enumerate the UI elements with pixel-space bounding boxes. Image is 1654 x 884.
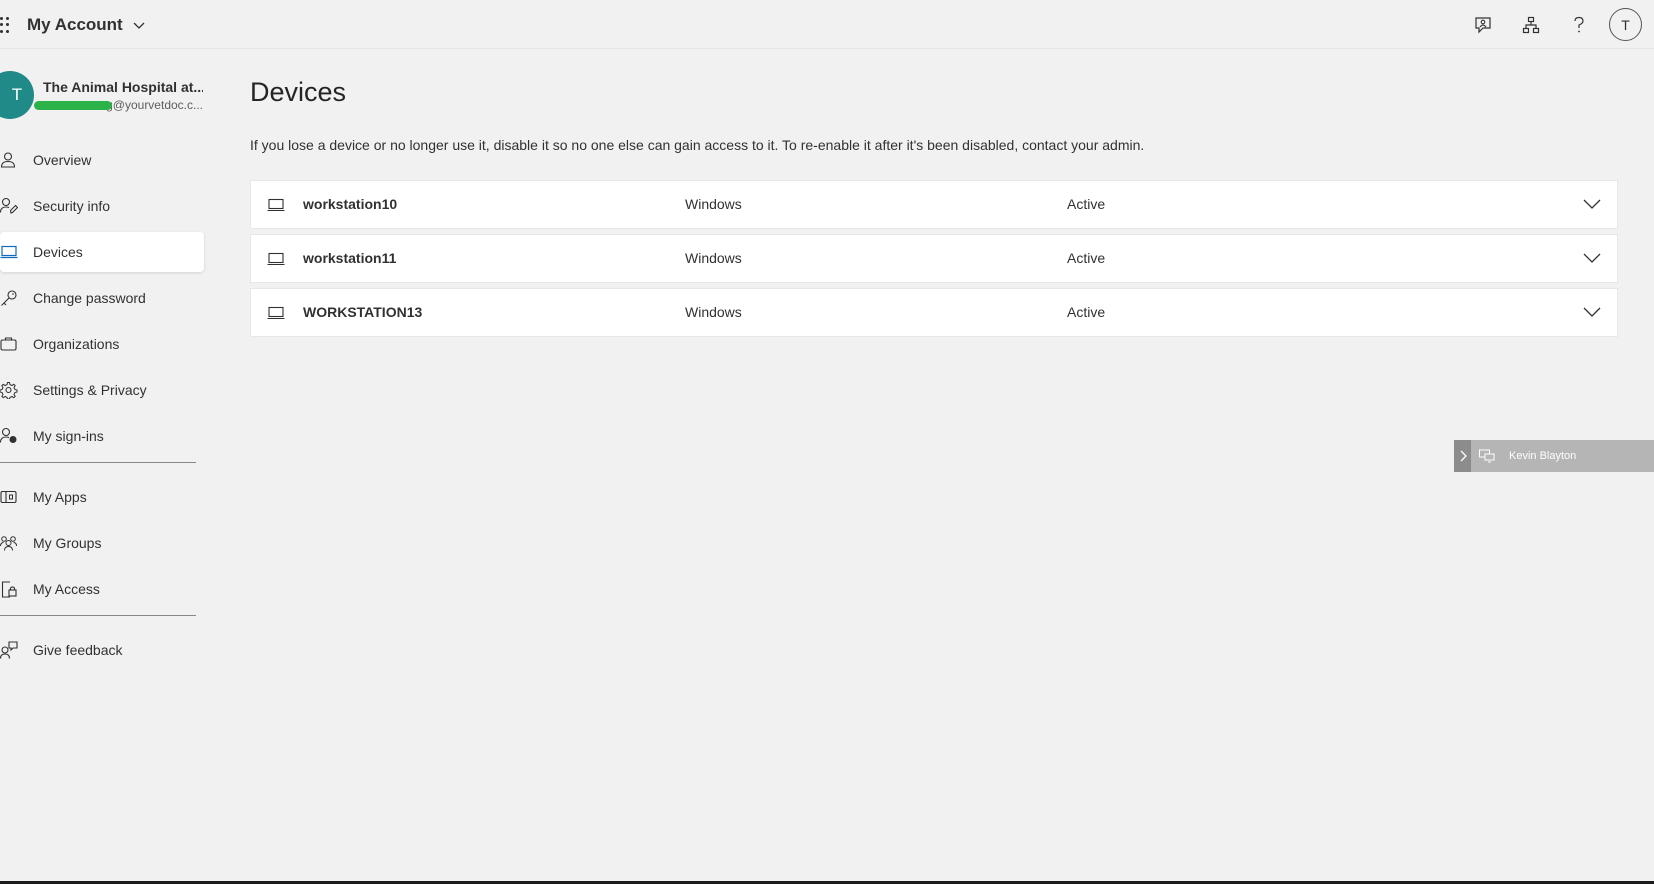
device-os: Windows bbox=[685, 304, 742, 320]
app-title: My Account bbox=[27, 15, 123, 34]
feedback-icon[interactable] bbox=[1459, 1, 1507, 49]
laptop-icon bbox=[267, 198, 285, 212]
user-avatar[interactable]: T bbox=[1609, 8, 1642, 41]
remote-desktop-icon bbox=[1479, 449, 1495, 463]
sidebar-item-my-access[interactable]: My Access bbox=[0, 569, 204, 609]
sidebar-item-label: Settings & Privacy bbox=[33, 382, 147, 398]
top-bar: My Account T bbox=[0, 0, 1654, 49]
device-status: Active bbox=[1067, 250, 1106, 266]
sidebar-item-label: My Apps bbox=[33, 489, 87, 505]
nav-divider bbox=[0, 462, 196, 463]
sidebar-item-change-password[interactable]: Change password bbox=[0, 278, 204, 318]
profile-card: T The Animal Hospital at... g@yourvetdoc… bbox=[0, 71, 205, 123]
sidebar-item-label: Overview bbox=[33, 152, 92, 168]
device-row[interactable]: WORKSTATION13 Windows Active bbox=[250, 288, 1618, 337]
device-os: Windows bbox=[685, 250, 742, 266]
chevron-down-icon[interactable] bbox=[1583, 251, 1601, 265]
device-status: Active bbox=[1067, 196, 1106, 212]
sidebar-item-security-info[interactable]: Security info bbox=[0, 186, 204, 226]
person-icon bbox=[0, 152, 16, 168]
expand-panel-button[interactable] bbox=[1454, 440, 1471, 472]
device-status: Active bbox=[1067, 304, 1106, 320]
device-row[interactable]: workstation10 Windows Active bbox=[250, 180, 1618, 229]
laptop-icon bbox=[0, 245, 18, 259]
sidebar-item-label: Give feedback bbox=[33, 642, 123, 658]
sidebar-item-label: My Access bbox=[33, 581, 100, 597]
sidebar-item-label: My sign-ins bbox=[33, 428, 104, 444]
device-name: workstation11 bbox=[303, 250, 397, 266]
sidebar-item-my-sign-ins[interactable]: My sign-ins bbox=[0, 416, 204, 456]
device-list: workstation10 Windows Active workstation… bbox=[250, 180, 1618, 342]
org-chart-icon[interactable] bbox=[1507, 1, 1555, 49]
app-title-dropdown[interactable]: My Account bbox=[27, 15, 145, 35]
key-icon bbox=[1, 290, 17, 306]
sign-ins-icon bbox=[0, 427, 17, 443]
apps-icon bbox=[0, 490, 17, 504]
security-info-icon bbox=[0, 197, 18, 214]
page-title: Devices bbox=[250, 77, 347, 107]
organization-name: The Animal Hospital at... bbox=[43, 79, 203, 95]
laptop-icon bbox=[267, 252, 285, 266]
sidebar-item-my-groups[interactable]: My Groups bbox=[0, 523, 204, 563]
sidebar-nav: Overview Security info Devices Change pa… bbox=[0, 140, 205, 676]
device-name: workstation10 bbox=[303, 196, 398, 212]
sidebar-item-settings-privacy[interactable]: Settings & Privacy bbox=[0, 370, 204, 410]
sidebar-item-give-feedback[interactable]: Give feedback bbox=[0, 630, 204, 670]
sidebar-item-label: My Groups bbox=[33, 535, 102, 551]
give-feedback-icon bbox=[0, 641, 18, 659]
device-os: Windows bbox=[685, 196, 742, 212]
remote-user-name: Kevin Blayton bbox=[1509, 450, 1577, 462]
sidebar-item-my-apps[interactable]: My Apps bbox=[0, 477, 204, 517]
app-launcher-icon[interactable] bbox=[0, 17, 10, 33]
nav-divider bbox=[0, 615, 196, 616]
briefcase-icon bbox=[0, 337, 17, 351]
laptop-icon bbox=[267, 306, 285, 320]
sidebar-item-overview[interactable]: Overview bbox=[0, 140, 204, 180]
remote-session-panel[interactable]: Kevin Blayton bbox=[1454, 440, 1654, 472]
access-icon bbox=[1, 581, 17, 598]
device-name: WORKSTATION13 bbox=[303, 304, 423, 320]
device-row[interactable]: workstation11 Windows Active bbox=[250, 234, 1618, 283]
profile-avatar: T bbox=[0, 71, 34, 119]
user-initial: T bbox=[1621, 16, 1630, 33]
groups-icon bbox=[0, 536, 17, 551]
gear-icon bbox=[0, 382, 18, 399]
chevron-right-icon bbox=[1460, 450, 1467, 462]
profile-initial: T bbox=[11, 85, 23, 104]
chevron-down-icon bbox=[133, 22, 145, 29]
chevron-down-icon[interactable] bbox=[1583, 197, 1601, 211]
sidebar-item-organizations[interactable]: Organizations bbox=[0, 324, 204, 364]
redaction-mark bbox=[34, 101, 112, 110]
chevron-down-icon[interactable] bbox=[1583, 305, 1601, 319]
sidebar-item-label: Organizations bbox=[33, 336, 120, 352]
page-description: If you lose a device or no longer use it… bbox=[250, 137, 1145, 153]
help-icon[interactable] bbox=[1555, 1, 1603, 49]
sidebar-item-label: Security info bbox=[33, 198, 111, 214]
sidebar-item-label: Change password bbox=[33, 290, 146, 306]
sidebar-item-label: Devices bbox=[33, 244, 83, 260]
sidebar-item-devices[interactable]: Devices bbox=[0, 232, 204, 272]
